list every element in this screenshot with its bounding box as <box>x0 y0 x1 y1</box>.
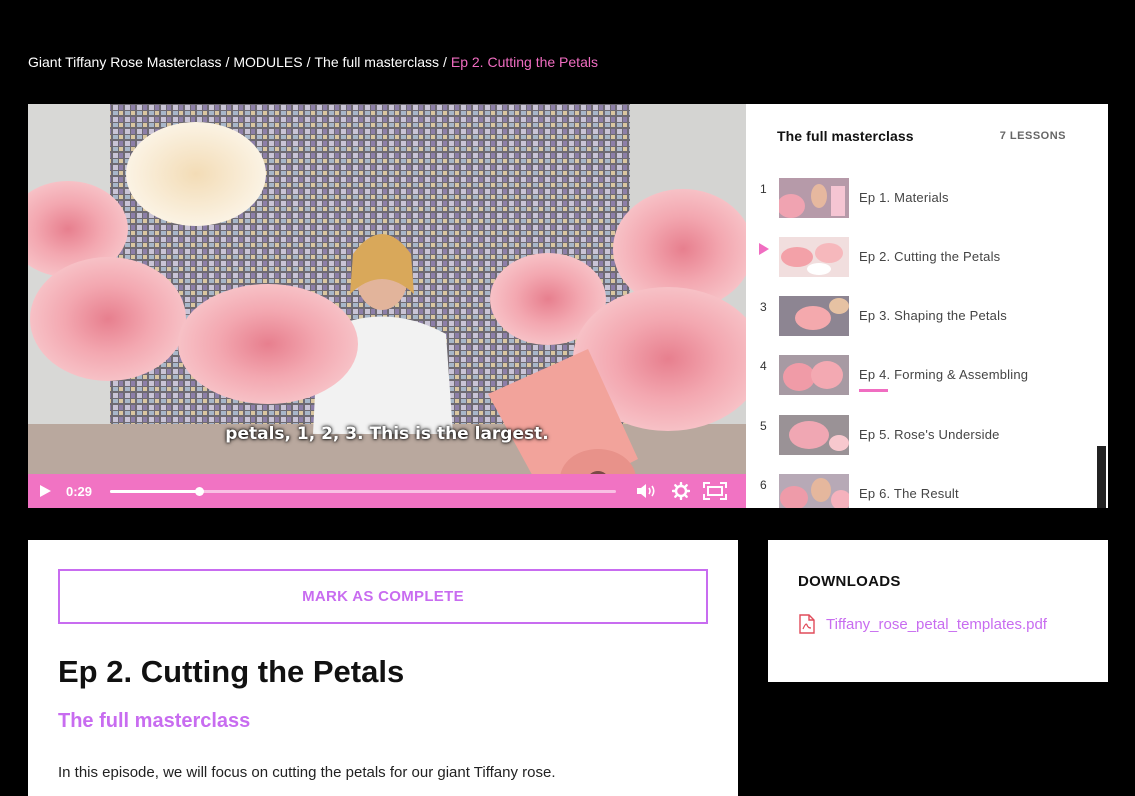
lesson-number: 4 <box>760 359 767 373</box>
downloads-panel: DOWNLOADS Tiffany_rose_petal_templates.p… <box>768 540 1108 682</box>
lesson-item-2[interactable]: Ep 2. Cutting the Petals <box>746 237 1096 281</box>
breadcrumb-course[interactable]: Giant Tiffany Rose Masterclass <box>28 54 221 70</box>
lesson-list: The full masterclass 7 LESSONS 1 Ep 1. M… <box>746 104 1108 508</box>
pdf-file-icon <box>799 614 815 634</box>
lesson-thumbnail <box>779 296 849 336</box>
breadcrumb-separator: / <box>225 54 230 70</box>
lesson-item-1[interactable]: 1 Ep 1. Materials <box>746 178 1096 222</box>
download-filename: Tiffany_rose_petal_templates.pdf <box>826 615 1047 633</box>
lesson-thumbnail <box>779 178 849 218</box>
lesson-item-5[interactable]: 5 Ep 5. Rose's Underside <box>746 415 1096 459</box>
lesson-list-title: The full masterclass <box>777 128 914 144</box>
play-button[interactable] <box>28 474 62 508</box>
play-icon <box>40 485 51 497</box>
fullscreen-icon <box>703 482 727 500</box>
lesson-thumbnail <box>779 237 849 277</box>
lesson-list-header: The full masterclass 7 LESSONS <box>746 104 1108 144</box>
settings-button[interactable] <box>664 474 698 508</box>
video-player[interactable]: petals, 1, 2, 3. This is the largest. 0:… <box>28 104 746 508</box>
video-time: 0:29 <box>66 483 93 499</box>
lesson-description: In this episode, we will focus on cuttin… <box>58 764 556 781</box>
lesson-title: Ep 3. Shaping the Petals <box>859 308 1007 323</box>
lesson-number: 1 <box>760 182 767 196</box>
mark-as-complete-button[interactable]: MARK AS COMPLETE <box>58 569 708 624</box>
lesson-item-3[interactable]: 3 Ep 3. Shaping the Petals <box>746 296 1096 340</box>
lesson-thumbnail <box>779 355 849 395</box>
lesson-thumbnail <box>779 415 849 455</box>
lesson-title: Ep 6. The Result <box>859 486 959 501</box>
fullscreen-button[interactable] <box>698 474 732 508</box>
breadcrumb-module[interactable]: The full masterclass <box>315 54 439 70</box>
lesson-title: Ep 1. Materials <box>859 190 949 205</box>
lesson-title: Ep 5. Rose's Underside <box>859 427 1000 442</box>
video-caption: petals, 1, 2, 3. This is the largest. <box>225 424 549 444</box>
module-subtitle: The full masterclass <box>58 710 251 732</box>
lesson-number: 5 <box>760 419 767 433</box>
volume-button[interactable] <box>630 474 664 508</box>
lesson-content: MARK AS COMPLETE Ep 2. Cutting the Petal… <box>28 540 738 796</box>
video-controls: 0:29 <box>28 474 746 508</box>
lesson-number: 6 <box>760 478 767 492</box>
breadcrumb-section[interactable]: MODULES <box>233 54 302 70</box>
lesson-item-4[interactable]: 4 Ep 4. Forming & Assembling <box>746 355 1096 399</box>
breadcrumb-separator: / <box>306 54 311 70</box>
lesson-thumbnail <box>779 474 849 508</box>
seek-handle[interactable] <box>194 486 204 496</box>
download-link[interactable]: Tiffany_rose_petal_templates.pdf <box>798 614 1047 634</box>
seek-progress <box>110 489 199 493</box>
volume-icon <box>637 484 655 498</box>
lesson-count: 7 LESSONS <box>999 130 1066 142</box>
lesson-title: Ep 4. Forming & Assembling <box>859 367 1029 382</box>
video-frame <box>28 104 746 508</box>
page-title: Ep 2. Cutting the Petals <box>58 654 405 689</box>
now-playing-icon <box>759 243 769 255</box>
breadcrumb-current: Ep 2. Cutting the Petals <box>450 54 598 70</box>
lesson-list-scrollbar[interactable] <box>1097 446 1106 508</box>
breadcrumb-separator: / <box>442 54 447 70</box>
settings-icon <box>672 482 690 500</box>
lesson-progress-bar <box>859 389 888 392</box>
lesson-item-6[interactable]: 6 Ep 6. The Result <box>746 474 1096 508</box>
breadcrumb: Giant Tiffany Rose Masterclass / MODULES / T… <box>28 54 598 70</box>
lesson-number: 3 <box>760 300 767 314</box>
downloads-title: DOWNLOADS <box>798 573 901 590</box>
seek-bar[interactable] <box>110 486 616 496</box>
lesson-title: Ep 2. Cutting the Petals <box>859 249 1001 264</box>
